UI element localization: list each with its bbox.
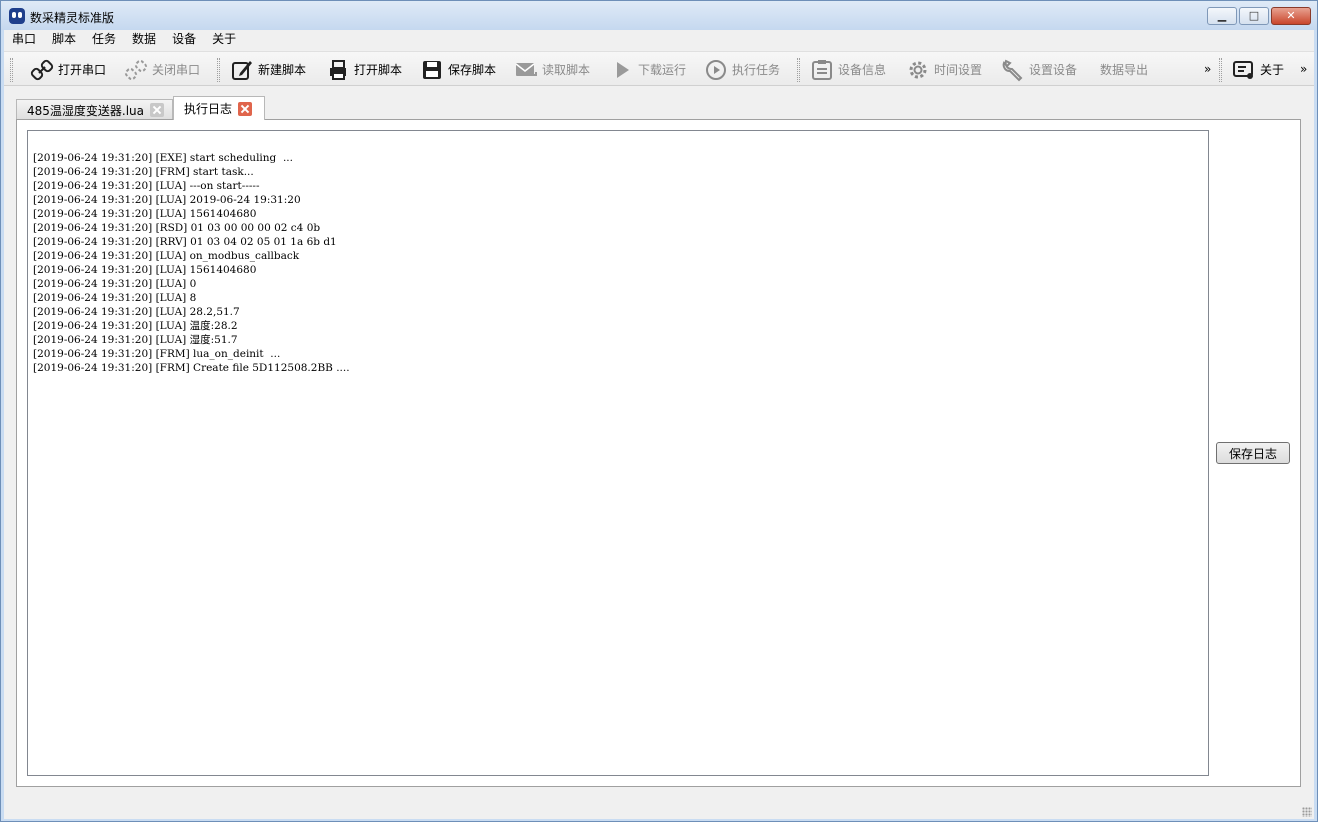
- toolbar-overflow-chevron-icon[interactable]: »: [1204, 62, 1211, 76]
- tab-execution-log[interactable]: 执行日志: [173, 96, 265, 120]
- close-tab-icon[interactable]: [238, 101, 253, 116]
- save-script-button[interactable]: 保存脚本: [420, 56, 496, 83]
- data-export-label: 数据导出: [1100, 63, 1149, 77]
- log-line: [2019-06-24 19:31:20] [FRM] Create file …: [33, 362, 350, 374]
- clipboard-list-icon: [810, 58, 834, 82]
- log-line: [2019-06-24 19:31:20] [EXE] start schedu…: [33, 152, 293, 164]
- maximize-button[interactable]: □: [1239, 7, 1269, 25]
- open-port-label: 打开串口: [58, 63, 107, 77]
- new-script-button[interactable]: 新建脚本: [230, 56, 306, 83]
- menu-script[interactable]: 脚本: [44, 30, 84, 50]
- set-device-label: 设置设备: [1029, 63, 1078, 77]
- tab-label: 执行日志: [184, 102, 233, 116]
- toolbar-grip[interactable]: [217, 58, 220, 82]
- menu-serial[interactable]: 串口: [4, 30, 44, 50]
- gear-icon: [906, 58, 930, 82]
- app-logo-icon: [9, 8, 25, 24]
- menu-data[interactable]: 数据: [124, 30, 164, 50]
- resize-grip-icon[interactable]: [1302, 807, 1312, 817]
- log-line: [2019-06-24 19:31:20] [FRM] start task..…: [33, 166, 254, 178]
- wrench-icon: [1001, 58, 1025, 82]
- time-settings-label: 时间设置: [934, 63, 983, 77]
- window-title: 数采精灵标准版: [30, 11, 115, 25]
- execute-task-label: 执行任务: [732, 63, 781, 77]
- device-info-label: 设备信息: [838, 63, 887, 77]
- log-line: [2019-06-24 19:31:20] [LUA] 1561404680: [33, 264, 257, 276]
- minimize-icon: ▁: [1217, 9, 1227, 22]
- set-device-button[interactable]: 设置设备: [1001, 56, 1077, 83]
- save-script-label: 保存脚本: [448, 63, 497, 77]
- new-script-label: 新建脚本: [258, 63, 307, 77]
- close-port-label: 关闭串口: [152, 63, 201, 77]
- mail-icon: [514, 58, 538, 82]
- download-run-button[interactable]: 下载运行: [610, 56, 686, 83]
- close-button[interactable]: ✕: [1271, 7, 1311, 25]
- open-script-button[interactable]: 打开脚本: [326, 56, 402, 83]
- about-label: 关于: [1260, 63, 1285, 77]
- log-textarea[interactable]: [2019-06-24 19:31:20] [EXE] start schedu…: [27, 130, 1209, 776]
- about-button[interactable]: 关于: [1232, 56, 1284, 83]
- open-script-label: 打开脚本: [354, 63, 403, 77]
- floppy-disk-icon: [420, 58, 444, 82]
- log-line: [2019-06-24 19:31:20] [FRM] lua_on_deini…: [33, 348, 281, 360]
- title-bar[interactable]: 数采精灵标准版 ▁ □ ✕: [1, 1, 1317, 30]
- log-line: [2019-06-24 19:31:20] [LUA] 28.2,51.7: [33, 306, 240, 318]
- device-info-button[interactable]: 设备信息: [810, 56, 886, 83]
- status-bar: [4, 798, 1314, 819]
- link-icon: [30, 58, 54, 82]
- menu-device[interactable]: 设备: [164, 30, 204, 50]
- log-line: [2019-06-24 19:31:20] [LUA] 0: [33, 278, 197, 290]
- log-line: [2019-06-24 19:31:20] [LUA] 8: [33, 292, 197, 304]
- toolbar-overflow-chevron-icon[interactable]: »: [1300, 62, 1307, 76]
- close-tab-icon[interactable]: [150, 103, 165, 117]
- menu-about[interactable]: 关于: [204, 30, 244, 50]
- printer-icon: [326, 58, 350, 82]
- log-line: [2019-06-24 19:31:20] [LUA] on_modbus_ca…: [33, 250, 300, 262]
- log-line: [2019-06-24 19:31:20] [RSD] 01 03 00 00 …: [33, 222, 321, 234]
- close-icon: ✕: [1286, 9, 1296, 22]
- log-line: [2019-06-24 19:31:20] [LUA] ---on start-…: [33, 180, 260, 192]
- edit-document-icon: [230, 58, 254, 82]
- read-script-button[interactable]: 读取脚本: [514, 56, 590, 83]
- toolbar-grip[interactable]: [1219, 58, 1222, 82]
- maximize-icon: □: [1248, 9, 1260, 22]
- play-circle-icon: [704, 58, 728, 82]
- id-card-icon: [1232, 58, 1256, 82]
- play-icon: [610, 58, 634, 82]
- close-port-button[interactable]: 关闭串口: [124, 56, 200, 83]
- minimize-button[interactable]: ▁: [1207, 7, 1237, 25]
- toolbar-grip[interactable]: [10, 58, 13, 82]
- log-line: [2019-06-24 19:31:20] [LUA] 温度:28.2: [33, 320, 238, 332]
- log-line: [2019-06-24 19:31:20] [LUA] 2019-06-24 1…: [33, 194, 301, 206]
- toolbar-grip[interactable]: [797, 58, 800, 82]
- download-run-label: 下载运行: [638, 63, 687, 77]
- save-log-button[interactable]: 保存日志: [1216, 442, 1290, 464]
- time-settings-button[interactable]: 时间设置: [906, 56, 982, 83]
- log-line: [2019-06-24 19:31:20] [LUA] 1561404680: [33, 208, 257, 220]
- client-area: 串口 脚本 任务 数据 设备 关于 打开串口 关闭串口 新建脚本 打开脚本 保存…: [4, 30, 1314, 819]
- log-line: [2019-06-24 19:31:20] [LUA] 湿度:51.7: [33, 334, 238, 346]
- tab-label: 485温湿度变送器.lua: [27, 103, 145, 118]
- toolbar: 打开串口 关闭串口 新建脚本 打开脚本 保存脚本 读取脚本 下载运行 执行任务 …: [4, 51, 1314, 86]
- open-port-button[interactable]: 打开串口: [30, 56, 106, 83]
- read-script-label: 读取脚本: [542, 63, 591, 77]
- menu-task[interactable]: 任务: [84, 30, 124, 50]
- log-line: [2019-06-24 19:31:20] [RRV] 01 03 04 02 …: [33, 236, 337, 248]
- execute-task-button[interactable]: 执行任务: [704, 56, 780, 83]
- tab-lua-script[interactable]: 485温湿度变送器.lua: [16, 99, 173, 120]
- execution-log-panel: [2019-06-24 19:31:20] [EXE] start schedu…: [16, 119, 1301, 787]
- data-export-button[interactable]: 数据导出: [1100, 56, 1148, 83]
- menu-bar: 串口 脚本 任务 数据 设备 关于: [4, 30, 1314, 50]
- unlink-icon: [124, 58, 148, 82]
- app-window: 数采精灵标准版 ▁ □ ✕ 串口 脚本 任务 数据 设备 关于 打开串口 关闭串: [0, 0, 1318, 822]
